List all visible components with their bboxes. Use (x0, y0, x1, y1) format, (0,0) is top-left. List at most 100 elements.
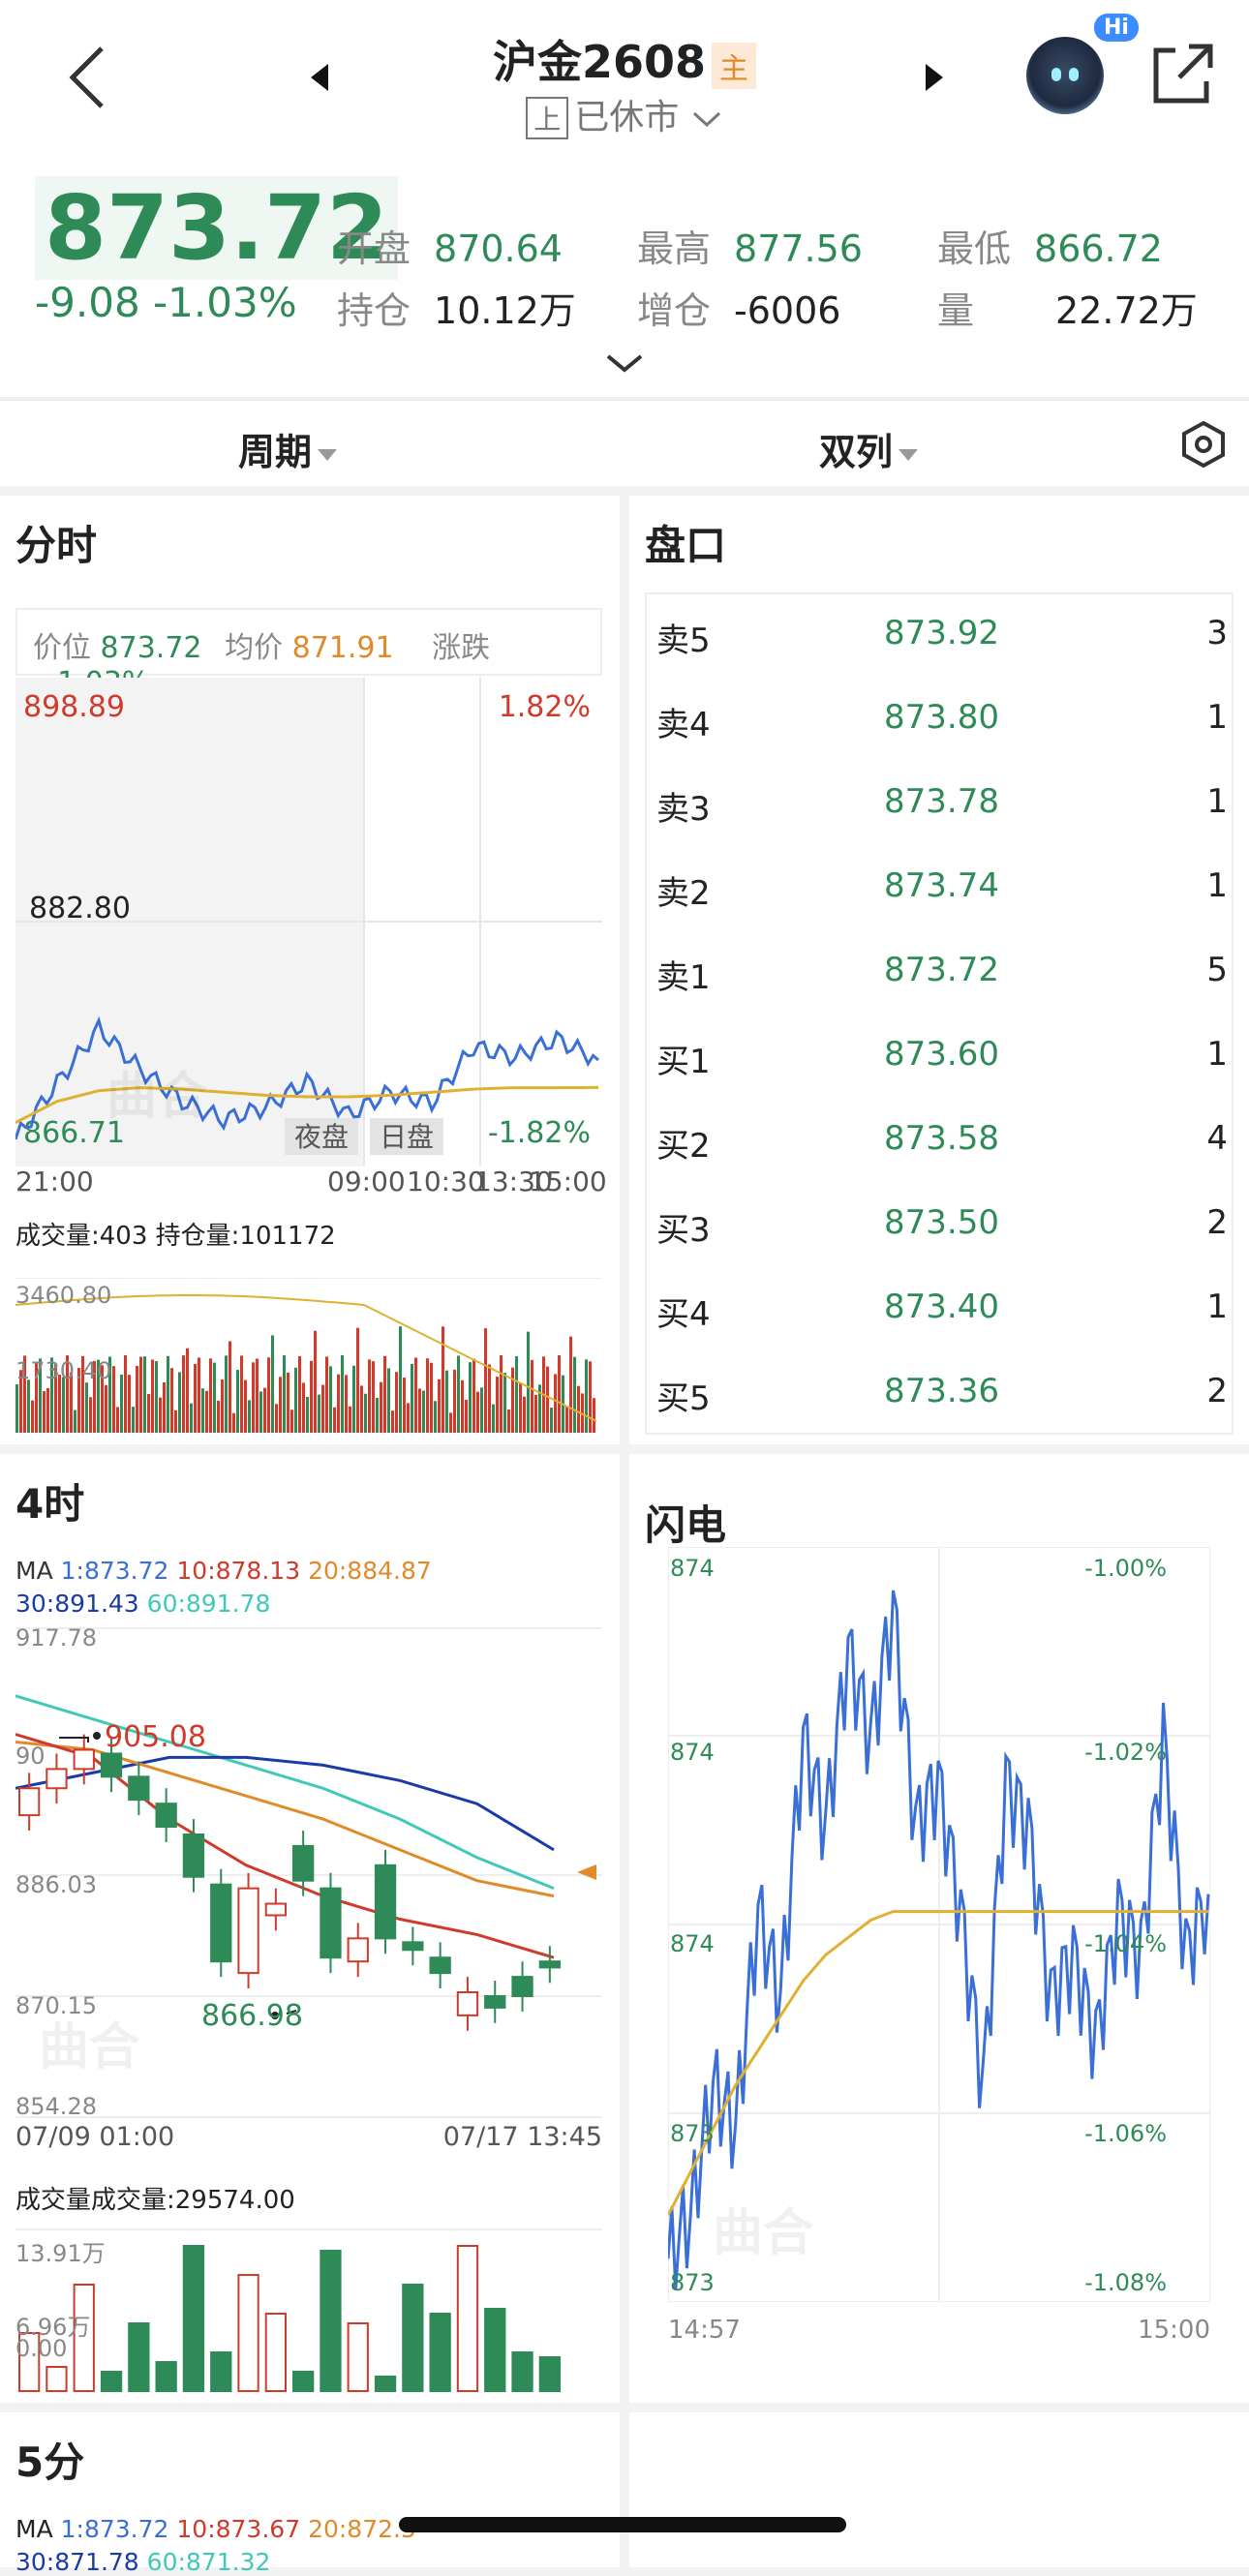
volume-bar (314, 1330, 317, 1433)
volume-bar (132, 1407, 135, 1433)
orderbook-side-label: 买3 (656, 1211, 711, 1250)
volume-bar (62, 1377, 65, 1433)
orderbook-row[interactable]: 买4 873.40 1 (647, 1268, 1235, 1352)
k4h-panel[interactable]: 4时 MA 1:873.72 10:878.13 20:884.87 30:89… (0, 1454, 620, 2403)
price-change: -9.08 -1.03% (35, 279, 297, 326)
intraday-title: 分时 (15, 522, 98, 569)
candle-up (46, 1768, 68, 1790)
k4h-ma-line2: 30:891.43 60:891.78 (15, 1590, 271, 1618)
volume-bar (503, 1373, 506, 1433)
orderbook-row[interactable]: 卖2 873.74 1 (647, 847, 1235, 931)
orderbook-price: 873.80 (884, 698, 999, 737)
volume-bar (116, 1407, 119, 1433)
volume-bar (147, 1394, 150, 1433)
orderbook-row[interactable]: 买2 873.58 4 (647, 1100, 1235, 1184)
k4h-volume-bar (320, 2250, 342, 2392)
k4h-volume-chart[interactable]: 13.91万 6.96万 0.00 (15, 2228, 602, 2393)
y-mid-label: 882.80 (29, 892, 131, 925)
candle-down (182, 1833, 205, 1878)
time-label-1030: 10:30 (407, 1166, 485, 1197)
volume-bar (159, 1397, 162, 1433)
volume-bar (534, 1394, 537, 1433)
intraday-volume-chart[interactable]: 3460.80 1730.40 (15, 1278, 602, 1433)
volume-bar (105, 1384, 107, 1433)
next-contract-icon[interactable] (920, 60, 949, 95)
k4h-volume-bar (484, 2308, 506, 2392)
orderbook-row[interactable]: 买5 873.36 2 (647, 1352, 1235, 1437)
k4h-volume-bar (374, 2376, 397, 2392)
volume-bar (287, 1372, 289, 1433)
share-icon[interactable] (1150, 43, 1214, 106)
candle-up (18, 1787, 41, 1817)
volume-bar (128, 1375, 131, 1433)
volume-bar (569, 1336, 572, 1433)
flash-y-3: 873 (670, 2120, 715, 2147)
volume-bar (488, 1364, 491, 1433)
period-dropdown[interactable]: 周期 (238, 422, 338, 475)
volume-bar (294, 1367, 297, 1433)
candle-up (347, 1937, 369, 1963)
orderbook-price: 873.74 (884, 866, 999, 905)
intraday-price-chart[interactable]: 898.89 1.82% 882.80 866.71 -1.82% 夜盘 日盘 (15, 678, 602, 1167)
settings-hexagon-icon[interactable] (1179, 420, 1228, 469)
flash-panel[interactable]: 闪电 874 874 874 873 873 -1.00% -1.02% -1.… (629, 1454, 1249, 2403)
orderbook-row[interactable]: 卖4 873.80 1 (647, 679, 1235, 763)
assistant-bot-icon[interactable] (1026, 37, 1104, 114)
volume-bar (527, 1331, 530, 1433)
volume-bar (364, 1393, 367, 1433)
volume-bar (256, 1358, 259, 1433)
orderbook-table: 卖5 873.92 3 卖4 873.80 1 卖3 873.78 1 卖2 873.74 1 卖1 87… (645, 592, 1234, 1435)
orderbook-side-label: 卖3 (656, 790, 711, 829)
flash-y-4: 873 (670, 2269, 715, 2296)
volume-bar (198, 1357, 200, 1433)
volume-bar (376, 1397, 379, 1433)
volume-bar (167, 1355, 169, 1433)
volume-bar (43, 1391, 46, 1433)
volume-bar (190, 1403, 193, 1433)
expand-chevron-icon[interactable] (600, 349, 649, 378)
stat-oi-change: 增仓 -6006 (637, 289, 841, 332)
candle-down (511, 1976, 533, 1997)
volume-bar (240, 1355, 243, 1433)
change-value: -9.08 (35, 279, 140, 326)
orderbook-row[interactable]: 买3 873.50 2 (647, 1184, 1235, 1268)
flash-pct-3: -1.06% (1084, 2120, 1167, 2147)
orderbook-qty: 2 (1206, 1203, 1228, 1242)
orderbook-side-label: 卖1 (656, 958, 711, 997)
flash-tick-chart[interactable]: 874 874 874 873 873 -1.00% -1.02% -1.04%… (668, 1547, 1210, 2302)
layout-dropdown[interactable]: 双列 (819, 422, 919, 475)
orderbook-row[interactable]: 卖5 873.92 3 (647, 594, 1235, 679)
candle-down (484, 1994, 506, 2009)
candle-down (429, 1956, 451, 1975)
volume-bar (306, 1396, 309, 1433)
contract-name: 沪金2608 (492, 36, 707, 88)
volume-bar (484, 1328, 487, 1433)
orderbook-side-label: 卖2 (656, 874, 711, 913)
volume-bar (380, 1381, 382, 1433)
volume-bar (248, 1400, 251, 1433)
volume-bar (143, 1356, 146, 1433)
orderbook-side-label: 卖4 (656, 706, 711, 744)
k4h-volume-bar (347, 2322, 369, 2392)
orderbook-row[interactable]: 买1 873.60 1 (647, 1015, 1235, 1100)
quote-summary: 873.72 -9.08 -1.03% 开盘 870.64 最高 877.56 最低… (0, 155, 1249, 397)
volume-bar (550, 1408, 553, 1433)
volume-bar (422, 1390, 425, 1433)
ma30-line (15, 1755, 555, 1852)
candle-down (374, 1864, 397, 1940)
volume-bar (228, 1341, 231, 1433)
volume-bar (445, 1370, 448, 1433)
volume-bar (426, 1358, 429, 1433)
volume-bar (500, 1355, 503, 1433)
volume-bar (275, 1404, 278, 1433)
k4h-vol-zero: 0.00 (15, 2335, 67, 2362)
volume-bar (449, 1412, 452, 1433)
orderbook-qty: 2 (1206, 1372, 1228, 1410)
k5m-panel[interactable]: 5分 MA 1:873.72 10:873.67 20:872.5 30:871… (0, 2412, 620, 2576)
orderbook-price: 873.50 (884, 1203, 999, 1242)
orderbook-row[interactable]: 卖3 873.78 1 (647, 763, 1235, 847)
intraday-panel[interactable]: 分时 价位 873.72 均价 871.91 涨跌 −1.03% 898.89 … (0, 496, 620, 1444)
home-indicator[interactable] (399, 2517, 846, 2532)
orderbook-row[interactable]: 卖1 873.72 5 (647, 931, 1235, 1015)
k4h-title: 4时 (15, 1480, 85, 1528)
